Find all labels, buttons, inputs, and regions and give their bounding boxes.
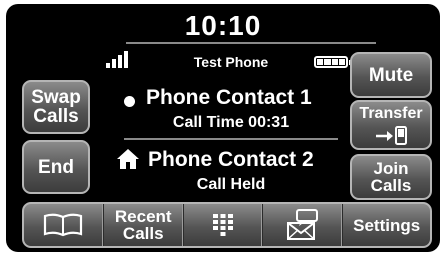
active-call-contact: Phone Contact 1 xyxy=(146,86,312,109)
phonebook-button[interactable] xyxy=(24,204,104,246)
join-calls-button[interactable]: Join Calls xyxy=(350,154,432,200)
swap-calls-button[interactable]: Swap Calls xyxy=(22,80,90,134)
transfer-label: Transfer xyxy=(359,104,423,122)
call-divider xyxy=(124,138,338,140)
end-call-label: End xyxy=(38,156,74,178)
messages-button[interactable] xyxy=(263,204,344,246)
mute-label: Mute xyxy=(368,64,414,86)
divider xyxy=(126,42,376,44)
phonebook-icon xyxy=(44,213,83,237)
phone-screen: 10:10 Test Phone Swap Calls End Phone Co… xyxy=(6,4,440,252)
battery-icon xyxy=(314,56,352,68)
recent-calls-label-line2: Calls xyxy=(122,224,164,243)
end-call-button[interactable]: End xyxy=(22,140,90,194)
held-call-contact: Phone Contact 2 xyxy=(148,148,314,171)
held-call-status: Call Held xyxy=(196,176,266,193)
clock: 10:10 xyxy=(184,10,262,41)
home-icon xyxy=(117,149,139,169)
swap-calls-label-line1: Swap xyxy=(31,87,81,108)
active-call-indicator-icon xyxy=(124,96,135,107)
transfer-button[interactable]: Transfer xyxy=(350,100,432,150)
messages-icon xyxy=(286,209,318,240)
mute-button[interactable]: Mute xyxy=(350,52,432,98)
settings-label: Settings xyxy=(353,215,421,235)
settings-button[interactable]: Settings xyxy=(343,204,430,246)
signal-strength-icon xyxy=(106,50,132,68)
join-calls-label-line1: Join xyxy=(373,159,409,178)
swap-calls-label-line2: Calls xyxy=(33,106,79,127)
join-calls-label-line2: Calls xyxy=(370,176,412,195)
active-call-time: Call Time 00:31 xyxy=(172,114,290,131)
recent-calls-button[interactable]: Recent Calls xyxy=(104,204,184,246)
bottom-toolbar: Recent Calls Settings xyxy=(22,202,432,248)
transfer-to-phone-icon xyxy=(376,125,407,145)
keypad-button[interactable] xyxy=(184,204,264,246)
device-name: Test Phone xyxy=(193,54,269,70)
recent-calls-label-line1: Recent xyxy=(114,207,172,226)
keypad-icon xyxy=(213,214,234,236)
